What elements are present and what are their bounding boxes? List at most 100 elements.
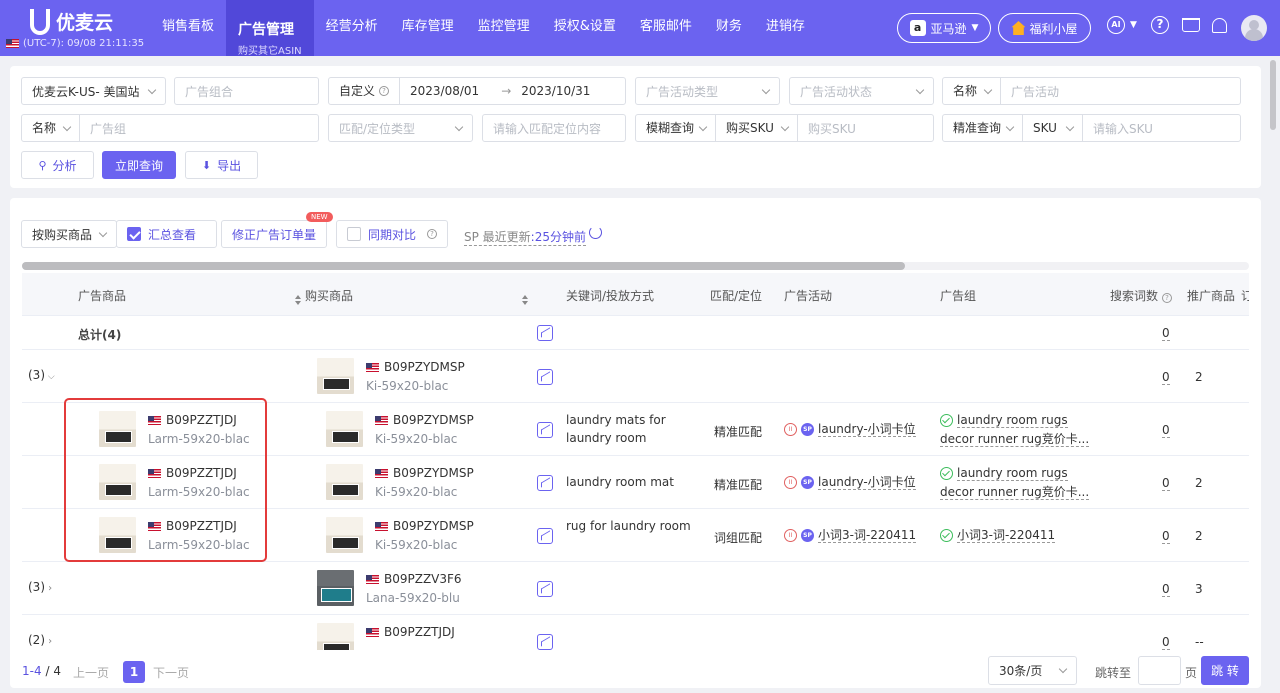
- date-end[interactable]: 2023/10/31: [521, 84, 590, 98]
- cart-icon[interactable]: [1182, 18, 1200, 32]
- adgroup-link[interactable]: laundry room rugs: [940, 466, 1068, 481]
- adgroup-name: laundry room rugs: [957, 466, 1068, 481]
- match-content-placeholder: 请输入匹配定位内容: [493, 121, 602, 136]
- buy-sku-field-select[interactable]: 购买SKU: [716, 115, 798, 141]
- group-row: (2) › B09PZZTJDJ 0 --: [22, 615, 1249, 650]
- shop-select[interactable]: 优麦云K-US- 美国站: [21, 77, 166, 105]
- vertical-scrollbar[interactable]: [1270, 60, 1276, 130]
- date-start[interactable]: 2023/08/01: [410, 84, 479, 98]
- query-button[interactable]: 立即查询: [102, 151, 176, 179]
- marketplace-selector[interactable]: a 亚马逊 ▼: [897, 13, 991, 43]
- yoy-checkbox[interactable]: [347, 227, 361, 241]
- sort-icon[interactable]: [295, 295, 301, 305]
- adgroup-input[interactable]: 广告组: [90, 120, 126, 137]
- buy-asin[interactable]: B09PZZTJDJ: [366, 625, 455, 639]
- match-content-input[interactable]: 请输入匹配定位内容: [482, 114, 626, 142]
- nav-ad-management[interactable]: 广告管理 购买其它ASIN: [226, 0, 314, 57]
- scrollbar-thumb[interactable]: [22, 262, 905, 270]
- match-type-select[interactable]: 匹配/定位类型: [328, 114, 473, 142]
- nav-inventory[interactable]: 库存管理: [390, 0, 466, 56]
- welfare-button[interactable]: 福利小屋: [998, 13, 1091, 43]
- buy-asin[interactable]: B09PZYDMSP: [375, 519, 474, 533]
- campaign-status-placeholder: 广告活动状态: [800, 84, 873, 99]
- campaign-input[interactable]: 广告活动: [1011, 83, 1059, 100]
- help-icon[interactable]: ?: [1151, 16, 1169, 34]
- campaign-status-select[interactable]: 广告活动状态: [789, 77, 934, 105]
- nav-auth-settings[interactable]: 授权&设置: [542, 0, 628, 56]
- match-type-placeholder: 匹配/定位类型: [339, 121, 416, 136]
- group-expander[interactable]: (2) ›: [28, 633, 52, 647]
- horizontal-scrollbar[interactable]: [22, 262, 1249, 270]
- page-size-select[interactable]: 30条/页: [988, 656, 1077, 685]
- ai-assistant-icon[interactable]: AI: [1107, 16, 1125, 34]
- search-terms-count[interactable]: 0: [1162, 529, 1170, 544]
- buy-asin[interactable]: B09PZYDMSP: [366, 360, 465, 374]
- sku-input[interactable]: 请输入SKU: [1093, 120, 1153, 137]
- next-page-button[interactable]: 下一页: [153, 664, 189, 681]
- search-terms-count[interactable]: 0: [1162, 635, 1170, 650]
- adgroup-name-mode-select[interactable]: 名称: [22, 115, 80, 141]
- nav-purchase-sales-stock[interactable]: 进销存: [754, 0, 817, 56]
- nav-finance[interactable]: 财务: [704, 0, 754, 56]
- campaign-link[interactable]: II SP laundry-小词卡位: [784, 422, 916, 437]
- refresh-icon[interactable]: [589, 226, 602, 239]
- group-expander[interactable]: (3) ›: [28, 580, 52, 594]
- jump-label: 跳转至: [1095, 666, 1132, 680]
- prev-page-button[interactable]: 上一页: [73, 664, 109, 681]
- ad-portfolio-input[interactable]: 广告组合: [174, 77, 319, 105]
- buy-sku-input[interactable]: 购买SKU: [808, 120, 856, 137]
- buy-asin-text: B09PZZTJDJ: [384, 625, 455, 639]
- analyze-label: 分析: [52, 158, 77, 173]
- group-by-select[interactable]: 按购买商品: [21, 220, 117, 248]
- campaign-type-select[interactable]: 广告活动类型: [635, 77, 780, 105]
- fuzzy-query-select[interactable]: 模糊查询: [636, 115, 716, 141]
- trend-chart-icon[interactable]: [537, 634, 553, 650]
- filter-icon: ⚲: [38, 158, 47, 172]
- trend-chart-icon[interactable]: [537, 528, 553, 544]
- nav-support-mail[interactable]: 客服邮件: [628, 0, 704, 56]
- fix-ad-orders-button[interactable]: 修正广告订单量: [221, 220, 327, 248]
- us-flag-icon: [366, 574, 379, 584]
- exact-query-select[interactable]: 精准查询: [943, 115, 1023, 141]
- summary-checkbox[interactable]: [127, 227, 141, 241]
- total-search-terms[interactable]: 0: [1162, 326, 1170, 341]
- search-terms-count[interactable]: 0: [1162, 370, 1170, 385]
- nav-monitoring[interactable]: 监控管理: [466, 0, 542, 56]
- analyze-button[interactable]: ⚲ 分析: [21, 151, 94, 179]
- campaign-name-mode-select[interactable]: 名称: [943, 78, 1001, 104]
- current-page[interactable]: 1: [123, 661, 145, 683]
- export-button[interactable]: ⬇ 导出: [185, 151, 258, 179]
- adgroup-link[interactable]: 小词3-词-220411: [940, 528, 1056, 543]
- summary-toggle[interactable]: 汇总查看: [116, 220, 217, 248]
- trend-chart-icon[interactable]: [537, 475, 553, 491]
- search-terms-count[interactable]: 0: [1162, 582, 1170, 597]
- trend-chart-icon[interactable]: [537, 422, 553, 438]
- buy-asin[interactable]: B09PZYDMSP: [375, 413, 474, 427]
- adgroup-name-line2: decor runner rug竞价卡...: [940, 432, 1090, 447]
- adgroup-link[interactable]: laundry room rugs: [940, 413, 1068, 428]
- date-mode-select[interactable]: 自定义 ?: [329, 78, 401, 104]
- buy-asin[interactable]: B09PZZV3F6: [366, 572, 462, 586]
- product-thumbnail: [317, 358, 354, 394]
- search-terms-count[interactable]: 0: [1162, 476, 1170, 491]
- nav-sales-board[interactable]: 销售看板: [150, 0, 226, 56]
- avatar[interactable]: [1241, 15, 1267, 41]
- trend-chart-icon[interactable]: [537, 581, 553, 597]
- sku-field-select[interactable]: SKU: [1023, 115, 1083, 141]
- nav-business-analysis[interactable]: 经营分析: [314, 0, 390, 56]
- logo[interactable]: 优麦云: [30, 8, 113, 35]
- search-terms-count[interactable]: 0: [1162, 423, 1170, 438]
- campaign-link[interactable]: II SP 小词3-词-220411: [784, 528, 917, 543]
- date-range-picker[interactable]: 自定义 ? 2023/08/01 → 2023/10/31: [328, 77, 626, 105]
- yoy-compare-toggle[interactable]: 同期对比 ?: [336, 220, 448, 248]
- chevron-down-icon[interactable]: ▼: [1130, 20, 1137, 30]
- trend-chart-icon[interactable]: [537, 325, 553, 341]
- sort-icon[interactable]: [522, 295, 528, 305]
- jump-button[interactable]: 跳 转: [1201, 656, 1249, 685]
- bell-icon[interactable]: [1212, 18, 1227, 33]
- jump-page-input[interactable]: [1138, 656, 1181, 685]
- group-expander[interactable]: (3) ⌵: [28, 368, 55, 382]
- buy-asin[interactable]: B09PZYDMSP: [375, 466, 474, 480]
- campaign-link[interactable]: II SP laundry-小词卡位: [784, 475, 916, 490]
- trend-chart-icon[interactable]: [537, 369, 553, 385]
